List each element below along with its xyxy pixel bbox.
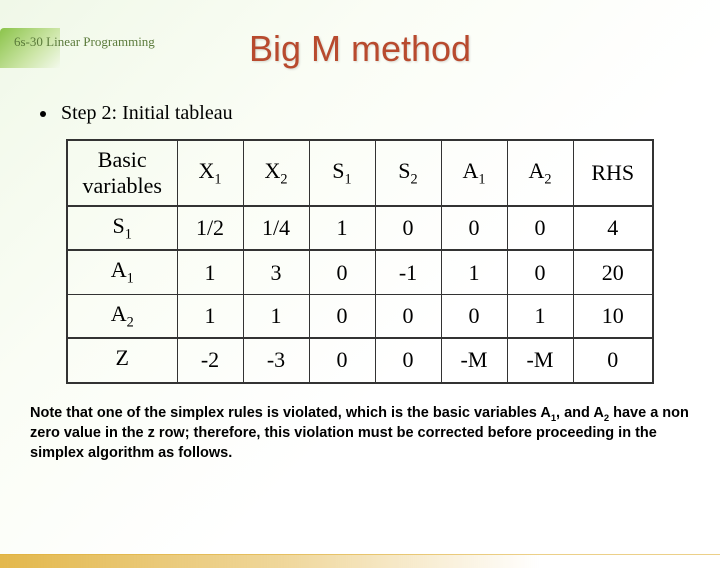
table-row: A1 1 3 0 -1 1 0 20 [67,250,653,294]
cell: -1 [375,250,441,294]
cell: 0 [573,338,653,382]
cell: 1 [507,294,573,338]
cell: 0 [309,250,375,294]
table-header-row: Basic variables X1 X2 S1 S2 A1 A2 RHS [67,140,653,206]
cell: 1 [441,250,507,294]
cell: 0 [441,294,507,338]
col-a2: A2 [507,140,573,206]
cell: 20 [573,250,653,294]
cell: -M [507,338,573,382]
table-row: Z -2 -3 0 0 -M -M 0 [67,338,653,382]
cell: 1 [309,206,375,250]
cell: 0 [309,294,375,338]
col-s2: S2 [375,140,441,206]
cell: 0 [507,206,573,250]
col-x1: X1 [177,140,243,206]
tableau-table: Basic variables X1 X2 S1 S2 A1 A2 RHS S1… [66,139,654,384]
col-basic-variables: Basic variables [67,140,177,206]
cell: 1/4 [243,206,309,250]
col-rhs: RHS [573,140,653,206]
cell: 0 [375,338,441,382]
table-row: S1 1/2 1/4 1 0 0 0 4 [67,206,653,250]
table-row: A2 1 1 0 0 0 1 10 [67,294,653,338]
cell-bv: Z [67,338,177,382]
cell: 1 [177,250,243,294]
bullet-icon [40,111,46,117]
cell: 3 [243,250,309,294]
footnote: Note that one of the simplex rules is vi… [30,404,690,464]
slide-header: 6s-30 Linear Programming [14,34,155,50]
cell: 1 [243,294,309,338]
cell: 0 [375,294,441,338]
col-s1: S1 [309,140,375,206]
cell-bv: A2 [67,294,177,338]
step-text: Step 2: Initial tableau [61,102,233,124]
cell: 0 [309,338,375,382]
cell: 0 [507,250,573,294]
cell: -M [441,338,507,382]
cell: 10 [573,294,653,338]
cell-bv: A1 [67,250,177,294]
cell: 1/2 [177,206,243,250]
col-a1: A1 [441,140,507,206]
cell: 0 [375,206,441,250]
cell: -3 [243,338,309,382]
cell: 1 [177,294,243,338]
cell: -2 [177,338,243,382]
step-heading: Step 2: Initial tableau [40,102,720,125]
cell: 0 [441,206,507,250]
col-x2: X2 [243,140,309,206]
footer-decoration [0,554,720,568]
cell-bv: S1 [67,206,177,250]
cell: 4 [573,206,653,250]
